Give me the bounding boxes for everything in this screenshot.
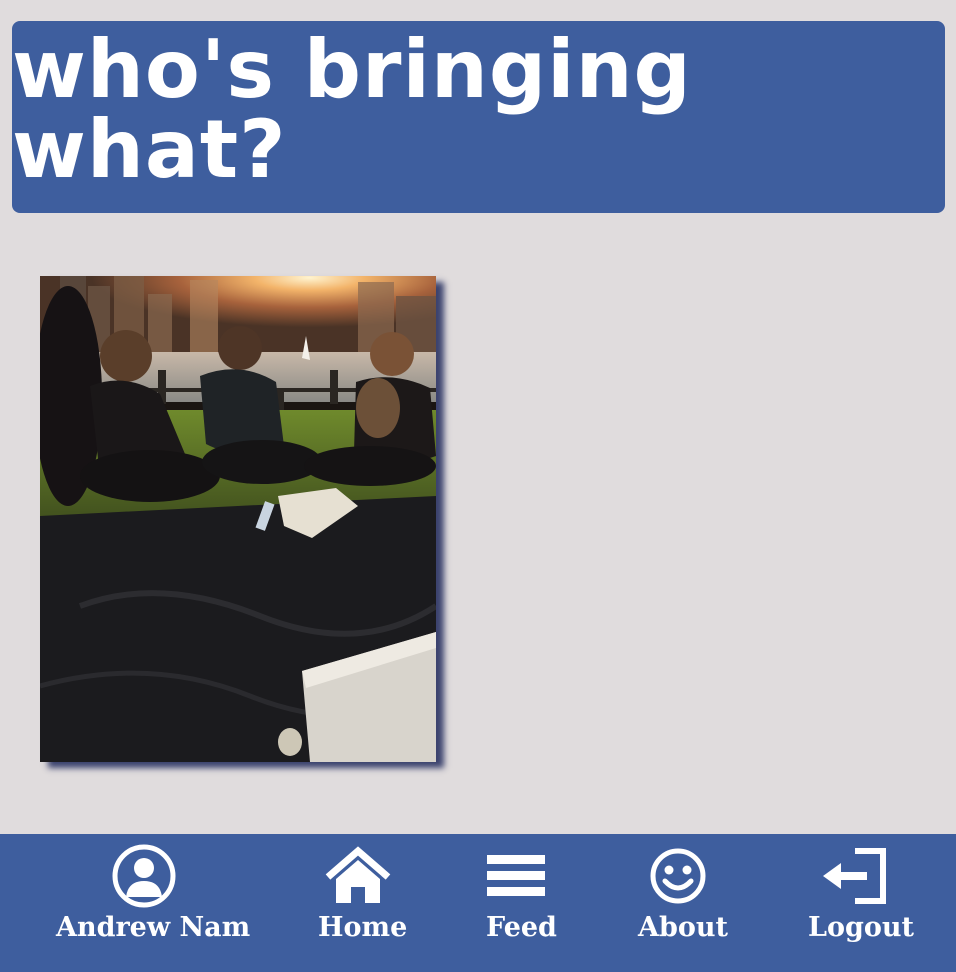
nav-item-home[interactable]: Home [316, 834, 407, 972]
menu-lines-icon [486, 842, 546, 910]
nav-label-profile: Andrew Nam [56, 912, 251, 943]
picnic-photo-image [40, 276, 436, 762]
user-circle-icon [110, 842, 178, 910]
page-title: who's bringing what? [12, 23, 692, 196]
bottom-nav-bar: Andrew Nam Home Feed About Logout [0, 834, 956, 972]
nav-item-logout[interactable]: Logout [806, 834, 914, 972]
home-icon [324, 842, 392, 910]
nav-item-profile[interactable]: Andrew Nam [56, 834, 250, 972]
nav-item-about[interactable]: About [636, 834, 728, 972]
nav-label-about: About [638, 912, 728, 943]
smiley-icon [648, 842, 708, 910]
nav-label-feed: Feed [486, 912, 557, 943]
nav-label-home: Home [318, 912, 408, 943]
nav-item-feed[interactable]: Feed [484, 834, 557, 972]
nav-label-logout: Logout [808, 912, 914, 943]
logout-icon [820, 842, 890, 910]
title-banner: who's bringing what? [12, 21, 945, 213]
picnic-photo [40, 276, 436, 762]
